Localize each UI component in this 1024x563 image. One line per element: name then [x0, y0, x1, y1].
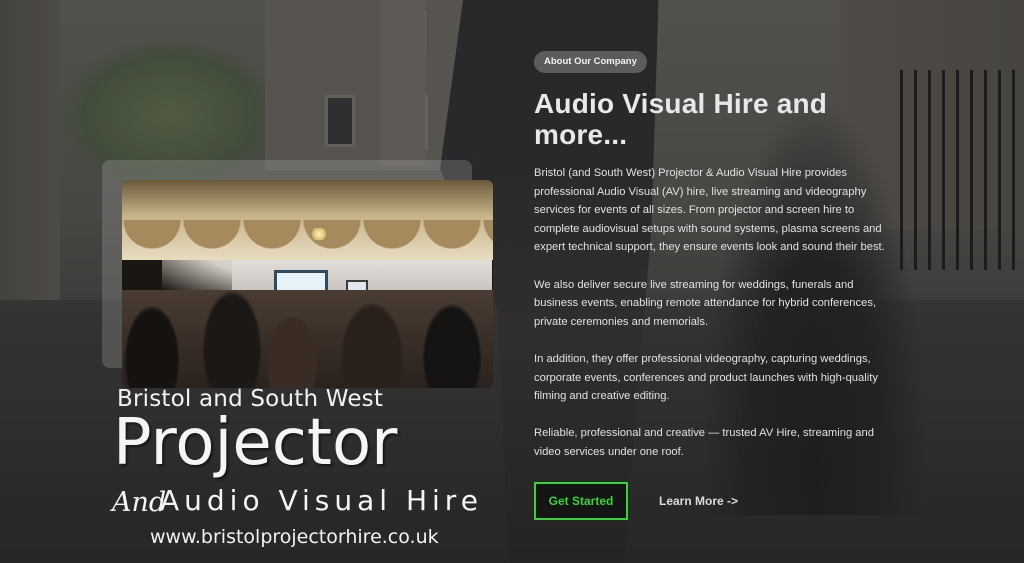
get-started-button[interactable]: Get Started — [534, 482, 628, 520]
about-paragraph: Reliable, professional and creative — tr… — [534, 427, 874, 458]
logo-service-text: Audio Visual Hire — [160, 484, 483, 517]
photo-drape-scallop — [122, 220, 493, 265]
about-body: Bristol (and South West) Projector & Aud… — [534, 164, 899, 480]
learn-more-link[interactable]: Learn More -> — [659, 494, 738, 508]
section-heading: Audio Visual Hire and more... — [534, 88, 828, 150]
logo-url-text: www.bristolprojectorhire.co.uk — [150, 526, 439, 548]
about-paragraph: We also deliver secure live streaming fo… — [534, 278, 877, 328]
about-badge: About Our Company — [534, 51, 647, 73]
photo-crowd — [122, 290, 493, 388]
event-photo — [122, 180, 493, 388]
about-paragraph: In addition, they offer professional vid… — [534, 352, 878, 403]
about-paragraph: Bristol (and South West) Projector & Aud… — [534, 167, 885, 254]
logo-main-text: Projector — [113, 406, 398, 480]
photo-chandelier — [310, 228, 328, 240]
logo-and-text: And — [112, 487, 167, 518]
